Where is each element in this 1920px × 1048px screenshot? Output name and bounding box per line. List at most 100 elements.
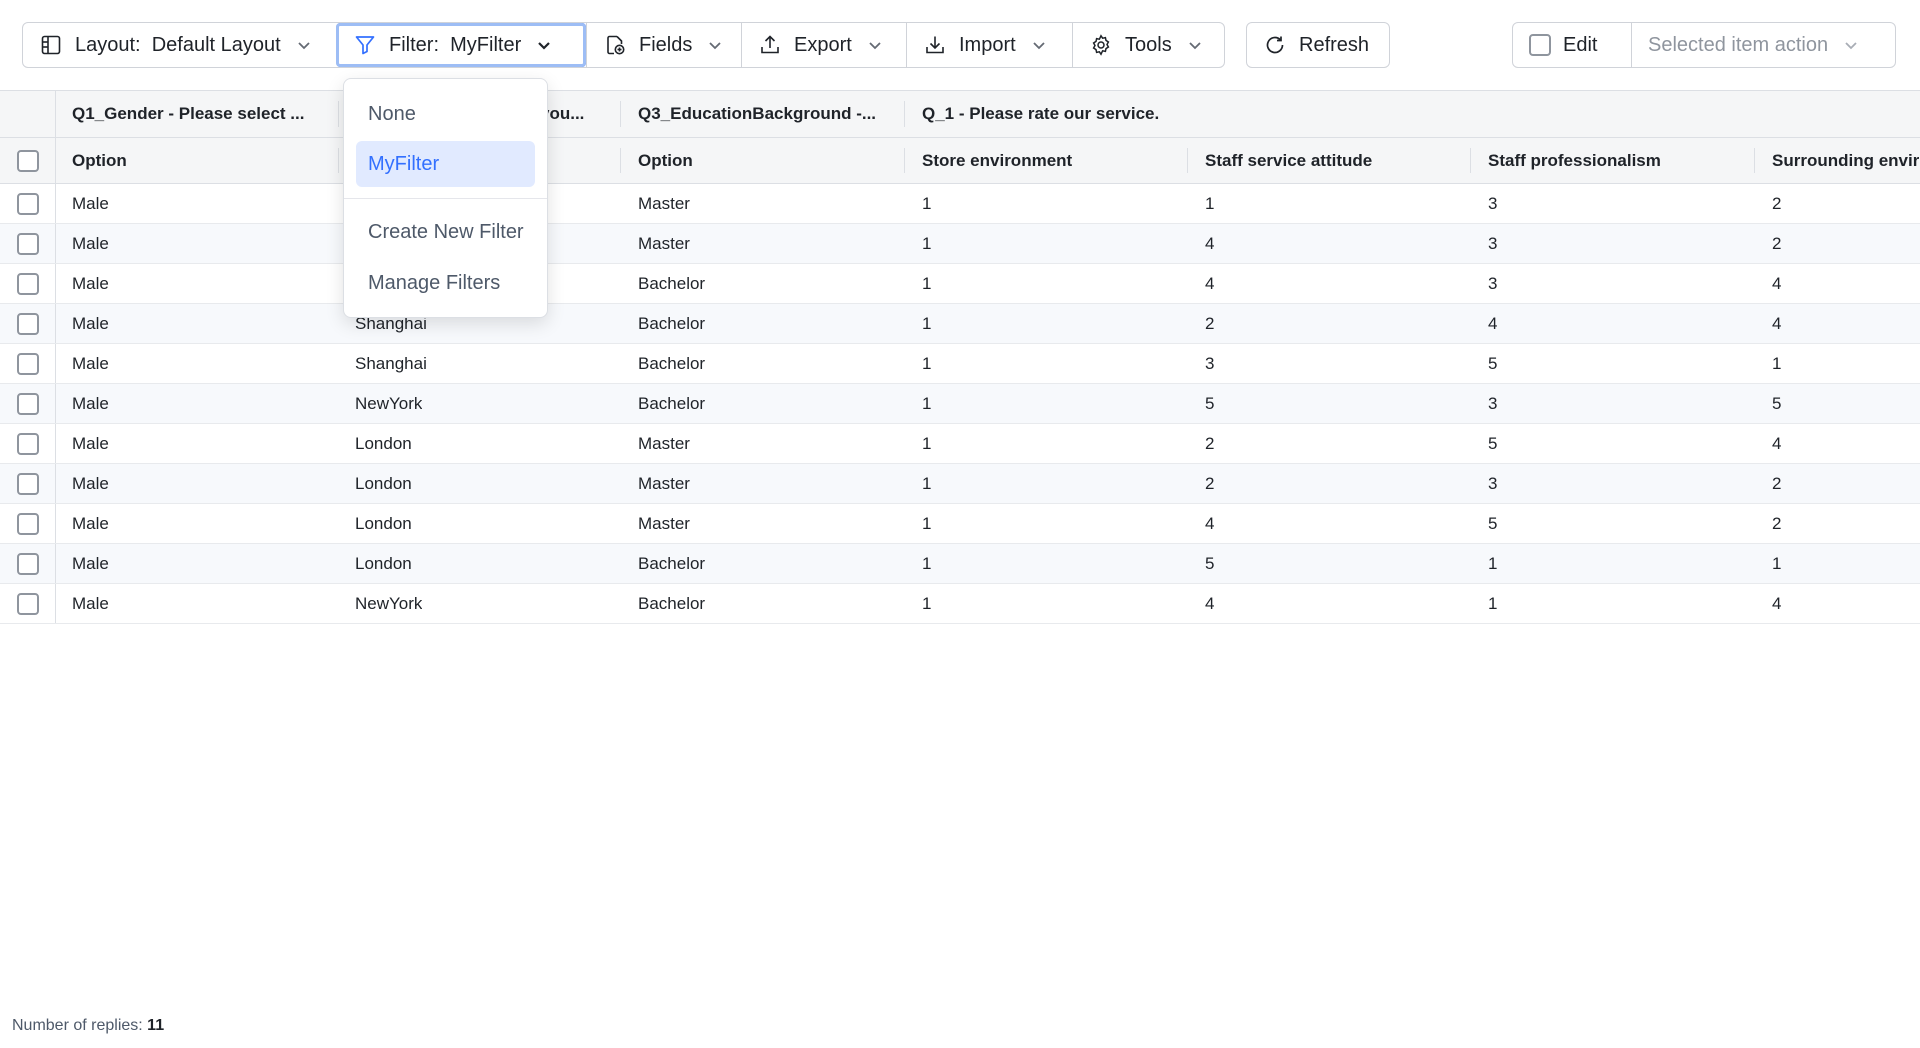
reply-count-label: Number of replies:	[12, 1017, 143, 1034]
row-select-cell	[0, 184, 56, 223]
table-cell: 1	[1205, 193, 1215, 213]
table-cell: 5	[1772, 393, 1782, 413]
table-cell: 2	[1772, 473, 1782, 493]
table-row[interactable]: Male NewYork Bachelor 1 5 3 5	[0, 384, 1920, 424]
toolbar-group-main: Layout: Default Layout Filter: MyFilter …	[22, 22, 1225, 68]
filter-option-none[interactable]: None	[356, 91, 535, 137]
edit-label: Edit	[1563, 33, 1598, 56]
table-cell: NewYork	[355, 593, 423, 613]
table-cell: Male	[72, 473, 109, 493]
row-checkbox[interactable]	[16, 272, 39, 295]
fields-dropdown[interactable]: Fields	[586, 23, 741, 67]
table-cell: Master	[638, 233, 690, 253]
row-checkbox[interactable]	[16, 192, 39, 215]
table-row[interactable]: Male Master 1 1 3 2	[0, 184, 1920, 224]
table-cell: Master	[638, 513, 690, 533]
row-checkbox[interactable]	[16, 592, 39, 615]
table-cell: 2	[1205, 433, 1215, 453]
column-header[interactable]: Option	[72, 138, 127, 183]
toolbar: Layout: Default Layout Filter: MyFilter …	[0, 0, 1920, 91]
table-row[interactable]: Male Shanghai Bachelor 1 2 4 4	[0, 304, 1920, 344]
table-cell: 1	[922, 353, 932, 373]
row-checkbox[interactable]	[16, 392, 39, 415]
edit-checkbox[interactable]	[1529, 34, 1551, 56]
chevron-down-icon	[866, 36, 884, 54]
column-header[interactable]: Staff professionalism	[1488, 138, 1661, 183]
tools-dropdown[interactable]: Tools	[1072, 23, 1224, 67]
table-cell: 5	[1488, 513, 1498, 533]
row-select-cell	[0, 504, 56, 543]
table-row[interactable]: Male Shanghai Bachelor 1 3 5 1	[0, 344, 1920, 384]
refresh-button[interactable]: Refresh	[1247, 23, 1389, 67]
table-cell: 2	[1772, 513, 1782, 533]
table-cell: 3	[1205, 353, 1215, 373]
row-checkbox[interactable]	[16, 432, 39, 455]
table-row[interactable]: Male London Master 1 4 5 2	[0, 504, 1920, 544]
table-cell: 4	[1772, 593, 1782, 613]
table-cell: 1	[1488, 553, 1498, 573]
table-row[interactable]: Male NewYork Bachelor 1 4 1 4	[0, 584, 1920, 624]
table-row[interactable]: Male Bachelor 1 4 3 4	[0, 264, 1920, 304]
fields-label: Fields	[639, 33, 693, 56]
table-cell: 2	[1205, 313, 1215, 333]
table-row[interactable]: Male Master 1 4 3 2	[0, 224, 1920, 264]
table-cell: Master	[638, 193, 690, 213]
filter-dropdown[interactable]: Filter: MyFilter	[336, 23, 586, 67]
table-cell: 1	[1772, 353, 1782, 373]
export-icon	[758, 33, 782, 57]
manage-filters-item[interactable]: Manage Filters	[356, 260, 535, 306]
table-cell: 5	[1205, 553, 1215, 573]
table-cell: 1	[922, 313, 932, 333]
table-cell: Shanghai	[355, 353, 427, 373]
table-cell: 3	[1488, 273, 1498, 293]
group-header-spacer	[0, 91, 56, 137]
table-cell: 1	[922, 193, 932, 213]
chevron-down-icon	[535, 36, 553, 54]
row-checkbox[interactable]	[16, 472, 39, 495]
row-checkbox[interactable]	[16, 552, 39, 575]
table-body: Male Master 1 1 3 2 Male Master 1 4 3 2 Male Bachelor…	[0, 184, 1920, 624]
table-cell: 1	[1488, 593, 1498, 613]
table-cell: Male	[72, 393, 109, 413]
table-cell: Bachelor	[638, 593, 706, 613]
table-cell: 1	[922, 553, 932, 573]
row-checkbox[interactable]	[16, 352, 39, 375]
chevron-down-icon	[295, 36, 313, 54]
edit-toggle[interactable]: Edit	[1513, 23, 1631, 67]
row-checkbox[interactable]	[16, 512, 39, 535]
select-all-checkbox[interactable]	[16, 149, 39, 172]
row-select-cell	[0, 224, 56, 263]
table-cell: Bachelor	[638, 393, 706, 413]
row-checkbox[interactable]	[16, 312, 39, 335]
export-dropdown[interactable]: Export	[741, 23, 906, 67]
row-checkbox[interactable]	[16, 232, 39, 255]
chevron-down-icon	[706, 36, 724, 54]
table-row[interactable]: Male London Bachelor 1 5 1 1	[0, 544, 1920, 584]
column-header[interactable]: Option	[638, 138, 693, 183]
table-row[interactable]: Male London Master 1 2 5 4	[0, 424, 1920, 464]
layout-value: Default Layout	[151, 33, 281, 56]
layout-dropdown[interactable]: Layout: Default Layout	[23, 23, 336, 67]
table-cell: 5	[1488, 433, 1498, 453]
import-dropdown[interactable]: Import	[906, 23, 1072, 67]
filter-value: MyFilter	[450, 33, 522, 56]
column-header[interactable]: Staff service attitude	[1205, 138, 1372, 183]
table-cell: 5	[1205, 393, 1215, 413]
table-cell: 3	[1488, 473, 1498, 493]
table-cell: Master	[638, 473, 690, 493]
column-header[interactable]: Surrounding envir	[1772, 138, 1919, 183]
create-new-filter-item[interactable]: Create New Filter	[356, 209, 535, 255]
row-select-cell	[0, 424, 56, 463]
table-cell: 1	[922, 433, 932, 453]
table-cell: London	[355, 513, 412, 533]
reply-count-value: 11	[147, 1017, 165, 1034]
table-cell: Male	[72, 273, 109, 293]
column-header[interactable]: Store environment	[922, 138, 1072, 183]
table-row[interactable]: Male London Master 1 2 3 2	[0, 464, 1920, 504]
filter-option-myfilter[interactable]: MyFilter	[356, 141, 535, 187]
refresh-label: Refresh	[1299, 33, 1370, 56]
selected-item-action-dropdown[interactable]: Selected item action	[1631, 23, 1895, 67]
layout-icon	[39, 33, 63, 57]
select-all-cell	[0, 138, 56, 183]
table-cell: 1	[922, 233, 932, 253]
